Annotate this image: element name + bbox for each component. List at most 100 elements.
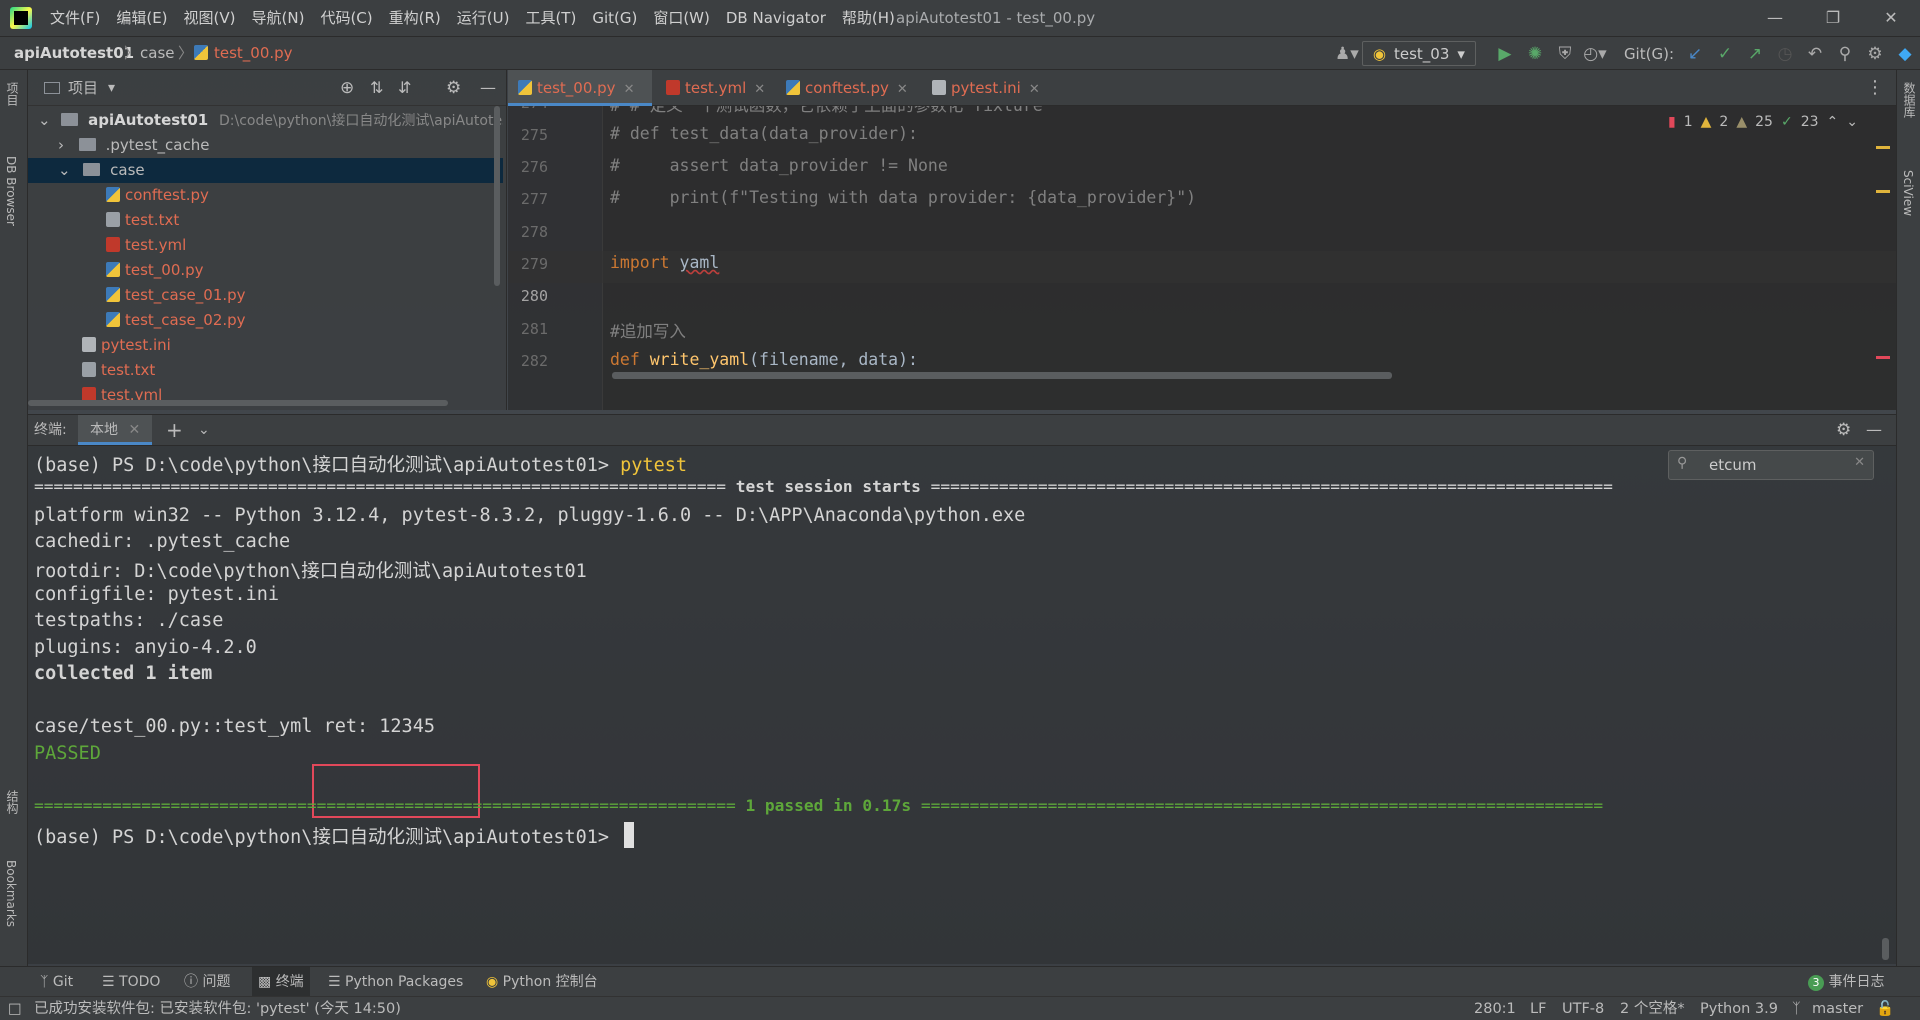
python-interpreter[interactable]: Python 3.9	[1700, 997, 1778, 1020]
terminal-output[interactable]: ⚲ etcum ✕ (base) PS D:\code\python\接口自动化…	[28, 446, 1896, 964]
search-icon[interactable]: ⚲	[1830, 44, 1860, 64]
close-tab-icon[interactable]: ✕	[128, 422, 140, 438]
menu-code[interactable]: 代码(C)	[312, 0, 380, 36]
menu-refactor[interactable]: 重构(R)	[381, 0, 449, 36]
profile-icon[interactable]: ◴▾	[1580, 44, 1610, 64]
db-browser-tool-button[interactable]: DB Browser	[4, 156, 18, 226]
breadcrumb-file[interactable]: test_00.py	[214, 37, 293, 70]
menu-file[interactable]: 文件(F)	[42, 0, 108, 36]
jetbrains-toolbox-icon[interactable]: ◆	[1890, 44, 1920, 64]
lock-icon[interactable]: 🔓	[1876, 997, 1894, 1020]
git-branch[interactable]: master	[1812, 997, 1863, 1020]
bottom-tab-python-packages[interactable]: ☰ Python Packages	[328, 967, 463, 997]
tree-item-test-case-02[interactable]: test_case_02.py	[28, 308, 503, 333]
tree-root[interactable]: ⌄ apiAutotest01 D:\code\python\接口自动化测试\a…	[28, 108, 503, 133]
warning-stripe-marker[interactable]	[1876, 190, 1890, 193]
tree-item-test-yml[interactable]: test.yml	[28, 233, 503, 258]
chevron-down-icon[interactable]: ⌄	[198, 415, 210, 445]
tree-item-case[interactable]: ⌄ case	[28, 158, 503, 183]
new-tab-icon[interactable]: +	[166, 415, 183, 445]
collapse-all-icon[interactable]: ⇵	[398, 78, 411, 97]
tree-item-root-test-txt[interactable]: test.txt	[28, 358, 503, 383]
caret-position[interactable]: 280:1	[1474, 997, 1516, 1020]
bottom-tab-git[interactable]: ᛉ Git	[40, 967, 73, 997]
indent-setting[interactable]: 2 个空格*	[1620, 997, 1685, 1020]
error-stripe-marker[interactable]	[1876, 356, 1890, 359]
sciview-tool-button[interactable]: SciView	[1901, 170, 1915, 216]
inspection-widget[interactable]: ▮ 1 ▲ 2 ▲ 25 ✓ 23 ⌃ ⌄	[1668, 114, 1858, 130]
menu-view[interactable]: 视图(V)	[176, 0, 244, 36]
git-commit-icon[interactable]: ✓	[1710, 44, 1740, 64]
tree-item-test-txt[interactable]: test.txt	[28, 208, 503, 233]
menu-window[interactable]: 窗口(W)	[645, 0, 718, 36]
locate-file-icon[interactable]: ⊕	[340, 78, 354, 98]
hide-panel-icon[interactable]: —	[480, 78, 496, 97]
tab-test-00-py[interactable]: test_00.py ✕	[508, 70, 652, 106]
next-highlight-icon[interactable]: ⌄	[1846, 114, 1858, 130]
bottom-tab-todo[interactable]: ☰ TODO	[102, 967, 160, 997]
line-separator[interactable]: LF	[1530, 997, 1546, 1020]
debug-icon[interactable]: ✺	[1520, 44, 1550, 64]
bottom-tab-terminal[interactable]: ▩ 终端	[252, 967, 310, 997]
history-icon[interactable]: ◷	[1770, 44, 1800, 64]
file-encoding[interactable]: UTF-8	[1562, 997, 1604, 1020]
event-log-button[interactable]: 3 事件日志	[1808, 967, 1884, 997]
bottom-tab-problems[interactable]: ⓘ 问题	[184, 967, 230, 997]
tab-conftest-py[interactable]: conftest.py ✕	[776, 70, 918, 106]
tree-item-pytest-cache[interactable]: › .pytest_cache	[28, 133, 503, 158]
structure-tool-button[interactable]: 结构	[4, 790, 21, 814]
run-icon[interactable]: ▶	[1490, 44, 1520, 64]
bottom-tab-python-console[interactable]: ◉ Python 控制台	[486, 967, 598, 997]
terminal-search-box[interactable]: ⚲ etcum ✕	[1668, 450, 1874, 480]
menu-help[interactable]: 帮助(H)	[834, 0, 903, 36]
expand-all-icon[interactable]: ⇅	[370, 78, 383, 97]
status-message[interactable]: 已成功安装软件包: 已安装软件包: 'pytest' (今天 14:50)	[34, 997, 401, 1020]
menu-git[interactable]: Git(G)	[584, 0, 645, 36]
menu-navigate[interactable]: 导航(N)	[244, 0, 313, 36]
chevron-down-icon[interactable]: ▾	[108, 80, 115, 96]
panel-toggle-icon[interactable]: □	[8, 997, 22, 1020]
close-icon[interactable]: ✕	[1862, 0, 1920, 36]
tab-pytest-ini[interactable]: pytest.ini ✕	[922, 70, 1052, 106]
vertical-scrollbar[interactable]	[1882, 938, 1889, 960]
clear-search-icon[interactable]: ✕	[1854, 455, 1865, 470]
more-tabs-icon[interactable]: ⋮	[1866, 70, 1884, 106]
terminal-tab-local[interactable]: 本地 ✕	[78, 415, 153, 445]
code-editor[interactable]: 274 # # 定义一个测试函数，它依赖于上面的参数化 fixture 275 …	[508, 106, 1896, 410]
bookmarks-tool-button[interactable]: Bookmarks	[4, 860, 18, 927]
database-tool-button[interactable]: 数据库	[1901, 82, 1918, 118]
project-view-title[interactable]: 项目	[68, 77, 98, 98]
minimize-icon[interactable]: —	[1746, 0, 1804, 36]
horizontal-scrollbar[interactable]	[612, 372, 1392, 379]
breadcrumb-project[interactable]: apiAutotest01	[14, 37, 134, 70]
run-configuration-select[interactable]: ◉ test_03 ▾	[1361, 41, 1476, 66]
gear-icon[interactable]: ⚙	[446, 78, 461, 98]
breadcrumb-folder[interactable]: case	[140, 37, 174, 70]
tab-test-yml[interactable]: test.yml ✕	[656, 70, 772, 106]
git-update-icon[interactable]: ↙	[1680, 44, 1710, 64]
tree-item-conftest[interactable]: conftest.py	[28, 183, 503, 208]
horizontal-scrollbar[interactable]	[28, 400, 448, 406]
tree-item-pytest-ini[interactable]: pytest.ini	[28, 333, 503, 358]
git-push-icon[interactable]: ↗	[1740, 44, 1770, 64]
tree-item-test-case-01[interactable]: test_case_01.py	[28, 283, 503, 308]
user-icon[interactable]: ♟▾	[1332, 44, 1362, 64]
vertical-scrollbar[interactable]	[494, 106, 500, 286]
project-tool-button[interactable]: 项目	[4, 82, 21, 106]
search-input[interactable]: etcum	[1709, 456, 1756, 474]
menu-run[interactable]: 运行(U)	[449, 0, 518, 36]
close-tab-icon[interactable]: ✕	[624, 82, 635, 97]
menu-db-navigator[interactable]: DB Navigator	[718, 0, 834, 36]
tree-item-test-00[interactable]: test_00.py	[28, 258, 503, 283]
settings-icon[interactable]: ⚙	[1860, 44, 1890, 64]
menu-edit[interactable]: 编辑(E)	[108, 0, 175, 36]
coverage-icon[interactable]: ⛨	[1550, 44, 1580, 64]
restore-icon[interactable]: ❐	[1804, 0, 1862, 36]
gear-icon[interactable]: ⚙	[1836, 415, 1851, 445]
previous-highlight-icon[interactable]: ⌃	[1827, 114, 1839, 130]
warning-stripe-marker[interactable]	[1876, 146, 1890, 149]
close-tab-icon[interactable]: ✕	[754, 82, 765, 97]
close-tab-icon[interactable]: ✕	[1029, 82, 1040, 97]
close-tab-icon[interactable]: ✕	[897, 82, 908, 97]
rollback-icon[interactable]: ↶	[1800, 44, 1830, 64]
